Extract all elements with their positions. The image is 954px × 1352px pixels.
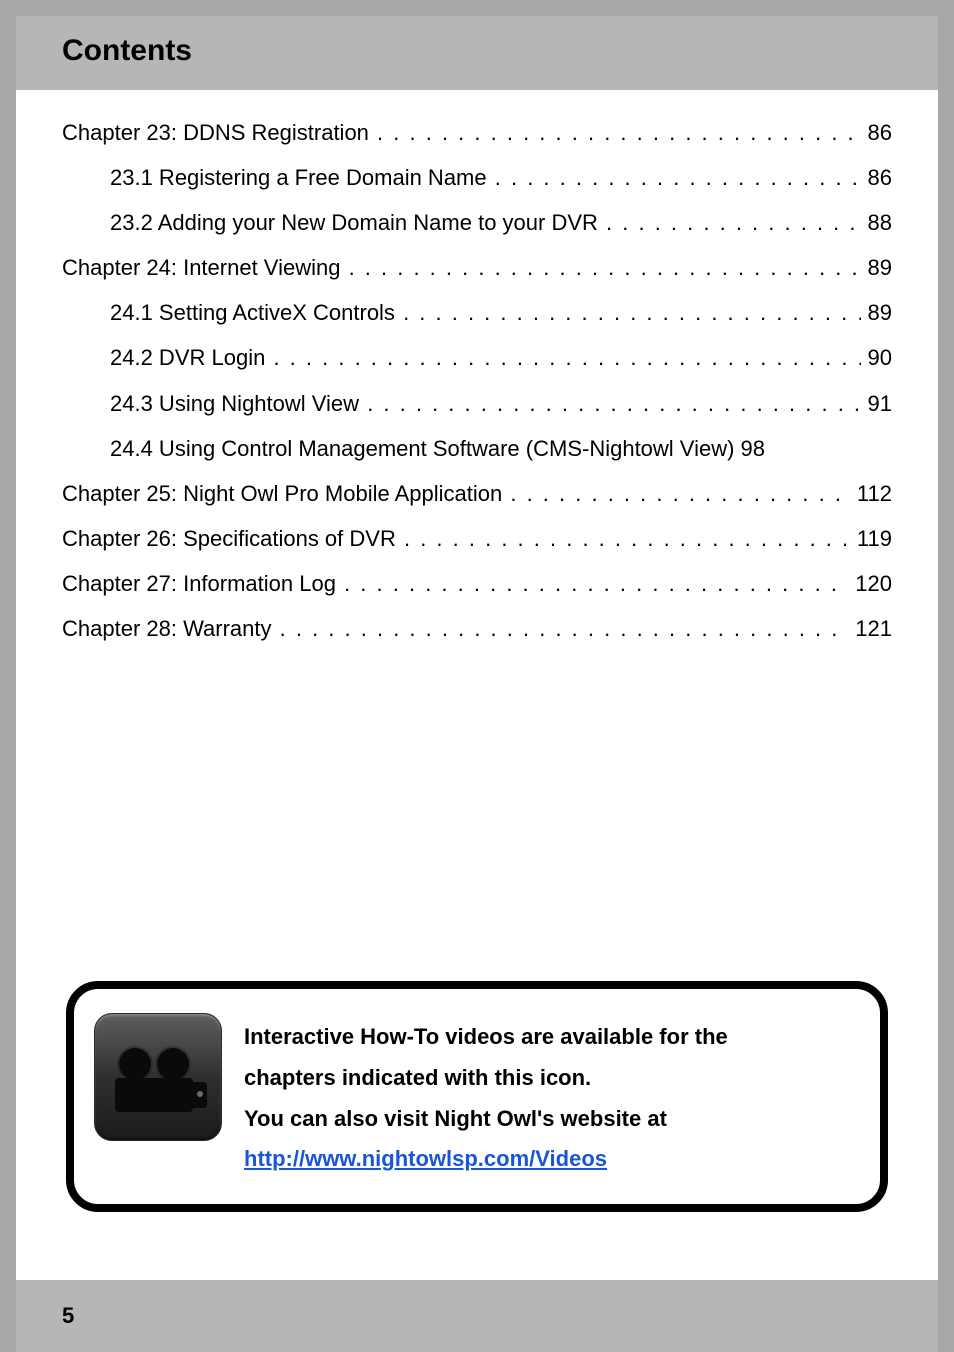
- toc-entry-title: Chapter 28: Warranty: [62, 606, 272, 651]
- callout-link-line: http://www.nightowlsp.com/Videos: [244, 1139, 728, 1180]
- table-of-contents: Chapter 23: DDNS Registration . . . . . …: [16, 90, 938, 651]
- toc-entry-page: 91: [868, 381, 892, 426]
- toc-entry[interactable]: Chapter 28: Warranty . . . . . . . . . .…: [62, 606, 892, 651]
- toc-entry[interactable]: Chapter 23: DDNS Registration . . . . . …: [62, 110, 892, 155]
- toc-entry-page: 121: [855, 606, 892, 651]
- footer-page-number: 5: [62, 1303, 74, 1329]
- toc-entry[interactable]: Chapter 27: Information Log . . . . . . …: [62, 561, 892, 606]
- toc-entry-page: 112: [857, 471, 892, 516]
- header-band: Contents: [16, 16, 938, 90]
- video-camera-icon: [94, 1013, 222, 1141]
- toc-entry-title: 24.2 DVR Login: [110, 335, 265, 380]
- toc-entry-title: Chapter 27: Information Log: [62, 561, 336, 606]
- toc-leader-dots: . . . . . . . . . . . . . . . . . . . . …: [401, 290, 861, 335]
- toc-entry[interactable]: 24.2 DVR Login . . . . . . . . . . . . .…: [62, 335, 892, 380]
- callout-line: You can also visit Night Owl's website a…: [244, 1099, 728, 1140]
- page-title: Contents: [62, 34, 892, 68]
- toc-entry-title: 24.1 Setting ActiveX Controls: [110, 290, 395, 335]
- callout-box: Interactive How-To videos are available …: [66, 981, 888, 1212]
- callout-text: Interactive How-To videos are available …: [244, 1013, 728, 1180]
- callout-line: chapters indicated with this icon.: [244, 1058, 728, 1099]
- toc-entry[interactable]: Chapter 24: Internet Viewing . . . . . .…: [62, 245, 892, 290]
- toc-entry-title: 24.3 Using Nightowl View: [110, 381, 359, 426]
- toc-entry-page: 86: [868, 155, 892, 200]
- toc-entry-title: Chapter 26: Specifications of DVR: [62, 516, 396, 561]
- toc-entry-title: 24.4 Using Control Management Software (…: [110, 426, 734, 471]
- toc-leader-dots: . . . . . . . . . . . . . . . . . . . . …: [493, 155, 862, 200]
- toc-leader-dots: . . . . . . . . . . . . . . . . . . . . …: [347, 245, 862, 290]
- callout-line: Interactive How-To videos are available …: [244, 1017, 728, 1058]
- toc-entry-page: 98: [741, 426, 765, 471]
- toc-entry-title: 23.2 Adding your New Domain Name to your…: [110, 200, 598, 245]
- toc-leader-dots: . . . . . . . . . . . . . . . . . . . . …: [278, 606, 850, 651]
- toc-entry-page: 89: [868, 245, 892, 290]
- toc-entry-title: Chapter 25: Night Owl Pro Mobile Applica…: [62, 471, 502, 516]
- toc-leader-dots: . . . . . . . . . . . . . . . . . . . . …: [508, 471, 850, 516]
- toc-entry[interactable]: 23.2 Adding your New Domain Name to your…: [62, 200, 892, 245]
- toc-entry-page: 86: [868, 110, 892, 155]
- toc-entry-page: 88: [868, 200, 892, 245]
- toc-entry[interactable]: 24.3 Using Nightowl View . . . . . . . .…: [62, 381, 892, 426]
- toc-entry-page: 120: [855, 561, 892, 606]
- callout-link[interactable]: http://www.nightowlsp.com/Videos: [244, 1146, 607, 1171]
- toc-entry[interactable]: 23.1 Registering a Free Domain Name . . …: [62, 155, 892, 200]
- toc-entry[interactable]: Chapter 25: Night Owl Pro Mobile Applica…: [62, 471, 892, 516]
- toc-leader-dots: . . . . . . . . . . . . . . . . . . . . …: [342, 561, 849, 606]
- toc-entry[interactable]: Chapter 26: Specifications of DVR . . . …: [62, 516, 892, 561]
- toc-entry-title: Chapter 24: Internet Viewing: [62, 245, 340, 290]
- toc-entry-page: 119: [857, 516, 892, 561]
- toc-leader-dots: . . . . . . . . . . . . . . . . . . . . …: [365, 381, 861, 426]
- toc-entry-page: 89: [868, 290, 892, 335]
- toc-entry-page: 90: [868, 335, 892, 380]
- toc-entry-title: 23.1 Registering a Free Domain Name: [110, 155, 487, 200]
- toc-entry[interactable]: 24.1 Setting ActiveX Controls . . . . . …: [62, 290, 892, 335]
- toc-leader-dots: . . . . . . . . . . . . . . . . . . . . …: [271, 335, 861, 380]
- toc-leader-dots: . . . . . . . . . . . . . . . . . . . . …: [375, 110, 861, 155]
- footer-band: 5: [16, 1280, 938, 1352]
- toc-leader-dots: . . . . . . . . . . . . . . . . . . . . …: [604, 200, 861, 245]
- toc-leader-dots: . . . . . . . . . . . . . . . . . . . . …: [402, 516, 851, 561]
- page: Contents Chapter 23: DDNS Registration .…: [16, 16, 938, 1352]
- toc-entry-title: Chapter 23: DDNS Registration: [62, 110, 369, 155]
- toc-entry[interactable]: 24.4 Using Control Management Software (…: [62, 426, 892, 471]
